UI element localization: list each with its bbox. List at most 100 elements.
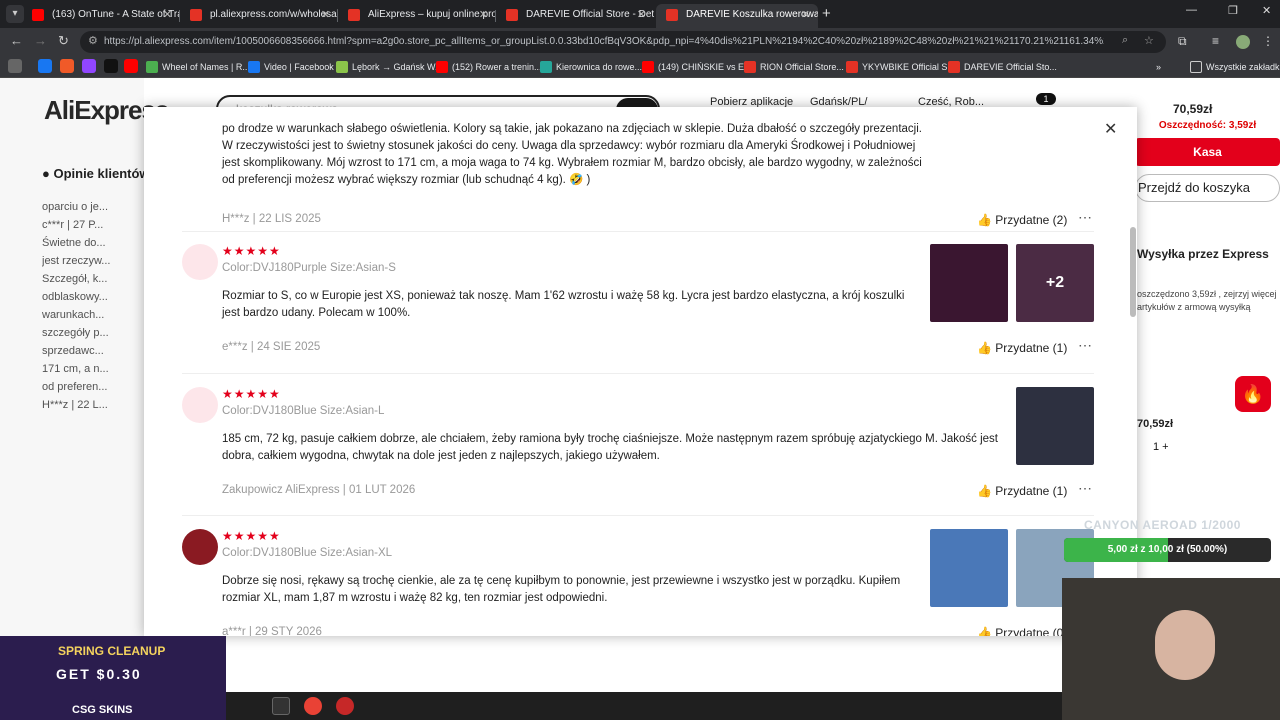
forward-icon[interactable]: →: [34, 33, 47, 48]
more-options-icon[interactable]: ⋯: [1078, 337, 1092, 354]
twitch-icon[interactable]: [82, 59, 96, 73]
quantity-stepper[interactable]: 1 +: [1153, 441, 1169, 453]
ad-banner[interactable]: SPRING CLEANUP GET $0.30 CSG SKINS: [0, 636, 226, 720]
facebook-icon[interactable]: [38, 59, 52, 73]
shipping-description: oszczędzono 3,59zł , zejrzyj więcej arty…: [1137, 289, 1277, 312]
bookmark-item[interactable]: Lębork → Gdańsk W...: [336, 59, 443, 75]
browser-tab[interactable]: AliExpress – kupuj online produ ✕: [338, 4, 496, 28]
apps-icon[interactable]: [8, 59, 22, 73]
close-tab-icon[interactable]: ✕: [801, 4, 810, 26]
avatar: [182, 387, 218, 423]
close-modal-icon[interactable]: ✕: [1104, 119, 1117, 139]
taskbar: [226, 692, 1062, 720]
modal-backdrop[interactable]: [0, 78, 144, 720]
donation-goal-progress: 5,00 zł z 10,00 zł (50.00%): [1064, 538, 1271, 562]
restore-icon[interactable]: ❐: [1228, 4, 1238, 17]
shipping-title: Wysyłka przez Express: [1137, 247, 1269, 261]
helpful-button[interactable]: 👍 Przydatne (1): [977, 484, 1067, 498]
folder-icon: [1190, 61, 1202, 73]
review-photo[interactable]: [930, 529, 1008, 607]
aliexpress-icon: [348, 9, 360, 21]
reload-icon[interactable]: ↻: [58, 33, 69, 49]
flame-icon[interactable]: 🔥: [1235, 376, 1271, 412]
youtube-icon: [642, 61, 654, 73]
review-variant: Color:DVJ180Blue Size:Asian-L: [222, 405, 385, 417]
address-bar[interactable]: ⚙ https://pl.aliexpress.com/item/1005006…: [80, 31, 1166, 53]
bookmark-star-icon[interactable]: ☆: [1144, 34, 1154, 47]
bookmark-item[interactable]: Kierownica do rowe...: [540, 59, 642, 75]
helpful-button[interactable]: 👍 Przydatne (2): [977, 213, 1067, 227]
review-text: po drodze w warunkach słabego oświetleni…: [222, 123, 922, 186]
browser-tab-bar: ▾ (163) OnTune - A State of Tra ✕ pl.alie…: [0, 0, 1280, 28]
purchase-panel: 70,59zł Oszczędność: 3,59zł Kasa Przejdź…: [1135, 96, 1280, 556]
ad-brand: CSG SKINS: [72, 704, 133, 716]
checkout-button[interactable]: Kasa: [1135, 138, 1280, 166]
donation-goal-title: CANYON AEROAD 1/2000: [1084, 518, 1241, 532]
browser-tab-active[interactable]: DAREVIE Koszulka rowerowa m ✕: [656, 4, 818, 28]
bookmark-item[interactable]: Video | Facebook: [248, 59, 334, 75]
site-info-icon[interactable]: ⚙: [88, 34, 98, 47]
avatar: [182, 244, 218, 280]
related-price: 70,59zł: [1137, 418, 1174, 430]
map-icon: [336, 61, 348, 73]
close-tab-icon[interactable]: ✕: [637, 4, 646, 26]
terminal-icon[interactable]: [272, 697, 290, 715]
ad-offer: GET $0.30: [56, 666, 142, 682]
divider: [182, 515, 1094, 516]
browser-toolbar: ← → ↻ ⚙ https://pl.aliexpress.com/item/1…: [0, 28, 1280, 56]
reading-list-icon[interactable]: ≡: [1212, 34, 1219, 48]
review-text: Rozmiar to S, co w Europie jest XS, poni…: [222, 290, 905, 319]
back-icon[interactable]: ←: [10, 33, 23, 48]
review-meta: e***z | 24 SIE 2025: [222, 341, 321, 353]
x-icon[interactable]: [104, 59, 118, 73]
star-rating: ★★★★★: [222, 387, 281, 401]
more-options-icon[interactable]: ⋯: [1078, 480, 1092, 497]
close-tab-icon[interactable]: ✕: [163, 4, 172, 26]
bookmark-item[interactable]: (149) CHIŃSKIE vs E...: [642, 59, 752, 75]
thumbs-up-icon: 👍: [977, 213, 996, 227]
bookmark-icon[interactable]: [60, 59, 74, 73]
review-photo-more[interactable]: +2: [1016, 244, 1094, 322]
menu-icon[interactable]: ⋮: [1262, 34, 1274, 48]
bookmark-item[interactable]: (152) Rower a trenin...: [436, 59, 542, 75]
review-text: Dobrze się nosi, rękawy są trochę cienki…: [222, 575, 901, 604]
helpful-button[interactable]: 👍 Przydatne (1): [977, 341, 1067, 355]
browser-tab[interactable]: (163) OnTune - A State of Tra ✕: [22, 4, 180, 28]
wheel-icon: [146, 61, 158, 73]
browser-tab[interactable]: DAREVIE Official Store - Detalic✕: [496, 4, 654, 28]
thumbs-up-icon: 👍: [977, 626, 996, 636]
cart-badge: 1: [1036, 93, 1056, 105]
all-bookmarks-folder[interactable]: Wszystkie zakładki: [1190, 59, 1280, 75]
bookmarks-overflow-icon[interactable]: »: [1156, 59, 1161, 75]
zoom-icon[interactable]: ⌕: [1122, 34, 1128, 47]
review-photo[interactable]: [930, 244, 1008, 322]
bookmark-item[interactable]: RION Official Store...: [744, 59, 844, 75]
extensions-icon[interactable]: ⧉: [1178, 34, 1187, 49]
close-window-icon[interactable]: ✕: [1262, 4, 1271, 17]
youtube-icon[interactable]: [124, 59, 138, 73]
aliexpress-icon: [948, 61, 960, 73]
minimize-icon[interactable]: —: [1186, 4, 1197, 16]
chrome-icon[interactable]: [304, 697, 322, 715]
bookmark-item[interactable]: Wheel of Names | R...: [146, 59, 250, 75]
more-options-icon[interactable]: ⋯: [1078, 209, 1092, 226]
bookmark-item[interactable]: YKYWBIKE Official S...: [846, 59, 955, 75]
profile-avatar[interactable]: [1236, 35, 1250, 49]
price: 70,59zł: [1173, 102, 1213, 116]
close-tab-icon[interactable]: ✕: [479, 4, 488, 26]
close-tab-icon[interactable]: ✕: [321, 4, 330, 26]
go-to-cart-button[interactable]: Przejdź do koszyka: [1135, 174, 1280, 202]
facebook-icon: [248, 61, 260, 73]
review-text: 185 cm, 72 kg, pasuje całkiem dobrze, al…: [222, 433, 998, 462]
browser-tab[interactable]: pl.aliexpress.com/w/wholesale- ✕: [180, 4, 338, 28]
review-variant: Color:DVJ180Purple Size:Asian-S: [222, 262, 396, 274]
more-photos-count: +2: [1045, 274, 1065, 291]
store-icon: [540, 61, 552, 73]
obs-icon[interactable]: [336, 697, 354, 715]
review-photo[interactable]: [1016, 387, 1094, 465]
helpful-button[interactable]: 👍 Przydatne (0: [977, 626, 1063, 636]
url-text[interactable]: https://pl.aliexpress.com/item/100500660…: [104, 31, 1104, 53]
new-tab-button[interactable]: +: [822, 5, 831, 22]
modal-scrollbar[interactable]: [1130, 227, 1136, 317]
bookmark-item[interactable]: DAREVIE Official Sto...: [948, 59, 1057, 75]
